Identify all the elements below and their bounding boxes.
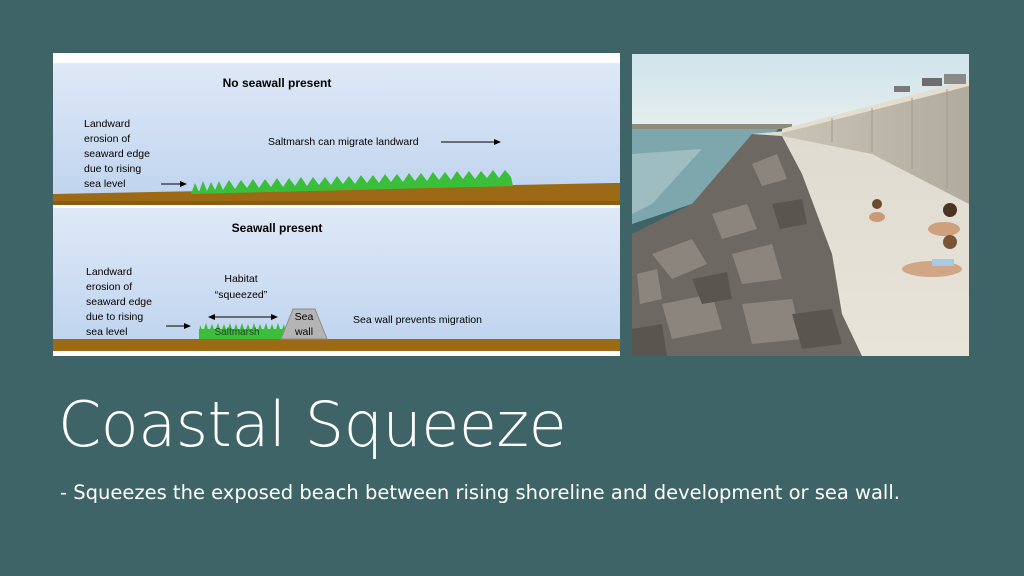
bottom-erosion-line-1: Landward <box>86 266 132 278</box>
top-erosion-line-3: seaward edge <box>84 148 150 160</box>
seawall-diagram-svg: No seawall present Landward erosion of s… <box>53 63 620 351</box>
top-erosion-line-2: erosion of <box>84 133 130 145</box>
seawall-diagram: No seawall present Landward erosion of s… <box>53 53 620 356</box>
slide-title: Coastal Squeeze <box>58 388 567 461</box>
bottom-erosion-line-5: sea level <box>86 326 127 338</box>
beach-seawall-photo <box>632 54 969 356</box>
top-erosion-line-5: sea level <box>84 178 125 190</box>
bottom-erosion-line-3: seaward edge <box>86 296 152 308</box>
bottom-panel: Seawall present Landward erosion of seaw… <box>53 208 620 351</box>
migrate-label: Saltmarsh can migrate landward <box>268 136 419 148</box>
bottom-sky <box>53 208 620 351</box>
top-erosion-line-1: Landward <box>84 118 130 130</box>
bottom-ground <box>53 339 620 351</box>
habitat-line-2: “squeezed” <box>215 289 268 301</box>
beach-seawall-photo-svg <box>632 54 969 356</box>
habitat-line-1: Habitat <box>224 273 257 285</box>
top-erosion-line-4: due to rising <box>84 163 141 175</box>
wall-line-2: wall <box>294 326 313 338</box>
prevents-migration-label: Sea wall prevents migration <box>353 314 482 326</box>
slide-subtitle: - Squeezes the exposed beach between ris… <box>60 481 900 504</box>
top-panel-heading: No seawall present <box>223 76 332 90</box>
wall-line-1: Sea <box>295 311 314 323</box>
bottom-panel-heading: Seawall present <box>232 221 323 235</box>
bottom-erosion-line-2: erosion of <box>86 281 132 293</box>
bottom-erosion-line-4: due to rising <box>86 311 143 323</box>
top-panel: No seawall present Landward erosion of s… <box>53 63 620 205</box>
saltmarsh-label: Saltmarsh <box>214 327 259 338</box>
